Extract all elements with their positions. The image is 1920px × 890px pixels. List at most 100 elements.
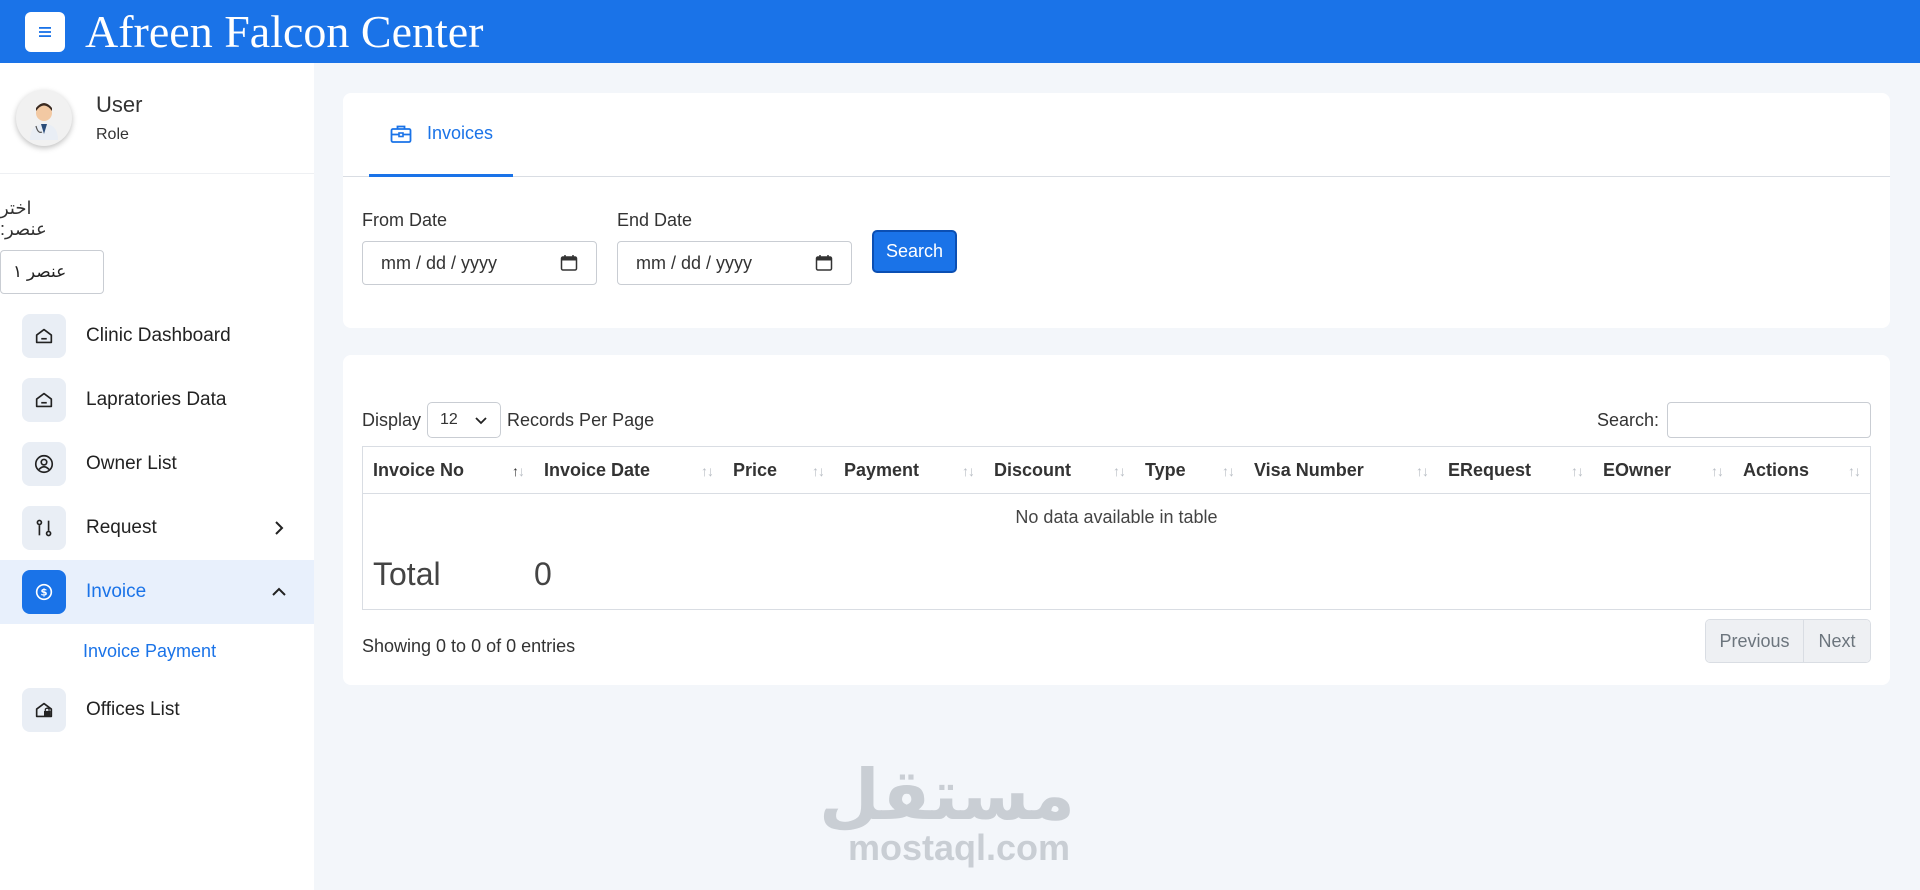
column-header-type[interactable]: Type ↑↓: [1135, 447, 1244, 494]
column-header-invoice-no[interactable]: Invoice No ↑↓: [363, 447, 534, 494]
records-per-page-value: 12: [440, 411, 458, 428]
sidebar-item-label: Lapratories Data: [86, 389, 227, 410]
column-header-price[interactable]: Price ↑↓: [723, 447, 834, 494]
app-title: Afreen Falcon Center: [85, 5, 484, 57]
sidebar-item-owner-list[interactable]: Owner List: [0, 432, 314, 496]
column-header-label: Invoice Date: [544, 459, 651, 480]
sort-asc-icon: ↑↓: [512, 462, 525, 479]
table-info: Showing 0 to 0 of 0 entries: [362, 636, 576, 656]
tab-bar: Invoices: [343, 93, 1890, 177]
from-date-input[interactable]: mm / dd / yyyy: [362, 241, 597, 285]
total-label: Total: [373, 555, 441, 592]
from-date-label: From Date: [362, 210, 448, 230]
sidebar: User Role اختر عنصر: عنصر ١ Clinic Dashb…: [0, 63, 314, 890]
column-header-label: Discount: [994, 459, 1072, 480]
user-profile: User Role: [0, 63, 314, 174]
sort-icon: ↑↓: [701, 462, 714, 479]
sidebar-item-label: Offices List: [86, 699, 180, 720]
column-header-actions[interactable]: Actions ↑↓: [1733, 447, 1870, 494]
column-header-label: Payment: [844, 459, 920, 480]
item-select-value: عنصر ١: [13, 262, 67, 281]
user-role: Role: [96, 126, 129, 143]
end-date-label: End Date: [617, 210, 693, 230]
column-header-label: Invoice No: [373, 459, 465, 480]
column-header-eowner[interactable]: EOwner ↑↓: [1593, 447, 1733, 494]
house-lock-icon: [35, 702, 53, 718]
sort-icon: ↑↓: [1848, 462, 1861, 479]
sidebar-item-label: Invoice: [86, 581, 147, 602]
records-per-page-label: Records Per Page: [507, 409, 655, 430]
sidebar-item-offices-list[interactable]: Offices List: [0, 678, 314, 742]
column-header-label: Type: [1145, 459, 1186, 480]
sidebar-nav: Clinic Dashboard Lapratories Data Owner …: [0, 304, 314, 742]
avatar[interactable]: [16, 90, 72, 146]
sidebar-item-clinic-dashboard[interactable]: Clinic Dashboard: [0, 304, 314, 368]
route-icon: [36, 519, 52, 537]
doctor-avatar-icon: [30, 103, 58, 140]
chevron-down-icon: [475, 417, 487, 425]
user-name: User: [96, 92, 143, 117]
total-value: 0: [534, 555, 552, 592]
from-date-placeholder: mm / dd / yyyy: [381, 252, 498, 273]
sidebar-subitem-invoice-payment[interactable]: Invoice Payment: [0, 624, 314, 678]
sort-icon: ↑↓: [1571, 462, 1584, 479]
records-per-page-select[interactable]: 12: [427, 402, 502, 438]
from-date-field-group: From Date mm / dd / yyyy: [362, 210, 597, 285]
watermark-latin: mostaql.com: [847, 827, 1071, 868]
sidebar-item-label: Request: [86, 517, 157, 538]
tab-label: Invoices: [426, 123, 494, 143]
column-header-discount[interactable]: Discount ↑↓: [984, 447, 1135, 494]
item-select[interactable]: عنصر ١: [0, 250, 104, 294]
user-circle-icon: [34, 454, 54, 474]
column-header-payment[interactable]: Payment ↑↓: [834, 447, 984, 494]
chevron-up-icon: [272, 587, 286, 596]
dollar-circle-icon: $: [35, 583, 53, 601]
item-select-label: اختر عنصر:: [0, 198, 47, 239]
sidebar-item-request[interactable]: Request: [0, 496, 314, 560]
display-label: Display: [362, 409, 422, 430]
calendar-icon[interactable]: [560, 254, 578, 272]
sidebar-item-lapratories-data[interactable]: Lapratories Data: [0, 368, 314, 432]
hamburger-menu-button[interactable]: [25, 11, 65, 52]
date-filters: From Date mm / dd / yyyy End Date mm / d…: [362, 210, 957, 285]
table-search-input[interactable]: [1667, 402, 1871, 438]
sort-icon: ↑↓: [1113, 462, 1126, 479]
column-header-label: Visa Number: [1254, 459, 1364, 480]
svg-text:$: $: [40, 588, 47, 599]
chevron-right-icon: [275, 521, 284, 535]
tab-invoices[interactable]: Invoices: [369, 93, 513, 177]
sidebar-subitem-label: Invoice Payment: [83, 640, 217, 661]
sidebar-item-label: Owner List: [86, 453, 177, 474]
top-bar: Afreen Falcon Center: [0, 0, 1920, 63]
search-button[interactable]: Search: [872, 230, 957, 273]
table-search-label: Search:: [1596, 409, 1659, 430]
briefcase-icon: [390, 125, 412, 143]
column-header-label: Price: [733, 459, 778, 480]
calendar-icon[interactable]: [815, 254, 833, 272]
hamburger-icon: [39, 26, 51, 37]
sidebar-item-invoice[interactable]: $ Invoice: [0, 560, 314, 624]
column-header-visa-number[interactable]: Visa Number ↑↓: [1244, 447, 1438, 494]
table-empty-message: No data available in table: [1015, 506, 1218, 527]
filter-card: Invoices From Date mm / dd / yyyy End Da…: [343, 93, 1890, 328]
column-header-label: EOwner: [1603, 459, 1672, 480]
table-toolbar: Display 12 Records Per Page Search:: [362, 402, 1871, 438]
table-total-row: Total 0: [363, 540, 1870, 608]
pagination: Previous Next: [1705, 619, 1871, 663]
sort-icon: ↑↓: [1222, 462, 1235, 479]
home-icon: [35, 392, 53, 408]
column-header-label: ERequest: [1448, 459, 1532, 480]
column-header-erequest[interactable]: ERequest ↑↓: [1438, 447, 1593, 494]
invoices-table-card: Display 12 Records Per Page Search: Invo…: [343, 355, 1890, 685]
column-header-invoice-date[interactable]: Invoice Date ↑↓: [534, 447, 723, 494]
sort-icon: ↑↓: [962, 462, 975, 479]
home-icon: [35, 328, 53, 344]
sort-icon: ↑↓: [1416, 462, 1429, 479]
invoices-table: Invoice No ↑↓ Invoice Date ↑↓ Price ↑↓ Paym…: [362, 446, 1871, 610]
next-page-button[interactable]: Next: [1804, 620, 1870, 662]
end-date-input[interactable]: mm / dd / yyyy: [617, 241, 852, 285]
end-date-field-group: End Date mm / dd / yyyy: [617, 210, 852, 285]
end-date-placeholder: mm / dd / yyyy: [636, 252, 753, 273]
watermark-arabic: مستقل: [818, 756, 1075, 834]
previous-page-button[interactable]: Previous: [1706, 620, 1804, 662]
